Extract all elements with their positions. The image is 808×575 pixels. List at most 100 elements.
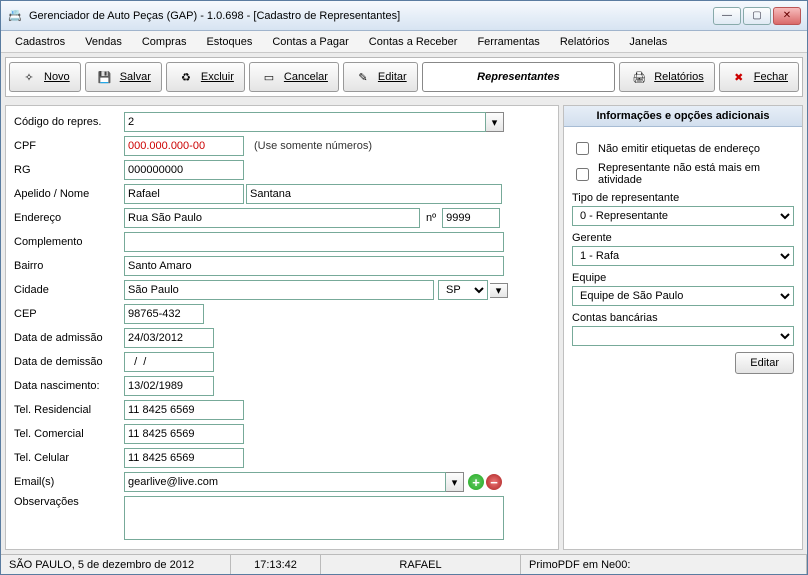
telcom-input[interactable]	[124, 424, 244, 444]
apelido-input[interactable]	[124, 184, 244, 204]
contas-select[interactable]	[572, 326, 794, 346]
menu-relatorios[interactable]: Relatórios	[552, 34, 618, 50]
bairro-label: Bairro	[14, 260, 124, 272]
menu-estoques[interactable]: Estoques	[198, 34, 260, 50]
status-printer: PrimoPDF em Ne00:	[521, 555, 807, 574]
chk-etiquetas[interactable]: Não emitir etiquetas de endereço	[572, 139, 794, 158]
app-icon: 📇	[7, 8, 23, 24]
endereco-input[interactable]	[124, 208, 420, 228]
window-title: Gerenciador de Auto Peças (GAP) - 1.0.69…	[29, 10, 713, 22]
menu-janelas[interactable]: Janelas	[621, 34, 675, 50]
status-time: 17:13:42	[231, 555, 321, 574]
titlebar: 📇 Gerenciador de Auto Peças (GAP) - 1.0.…	[1, 1, 807, 31]
tipo-select[interactable]: 0 - Representante	[572, 206, 794, 226]
telcom-label: Tel. Comercial	[14, 428, 124, 440]
admissao-label: Data de admissão	[14, 332, 124, 344]
excluir-button[interactable]: ♻Excluir	[166, 62, 245, 92]
cep-input[interactable]	[124, 304, 204, 324]
tipo-label: Tipo de representante	[572, 192, 794, 204]
statusbar: SÃO PAULO, 5 de dezembro de 2012 17:13:4…	[1, 554, 807, 574]
menu-contas-pagar[interactable]: Contas a Pagar	[264, 34, 356, 50]
app-window: 📇 Gerenciador de Auto Peças (GAP) - 1.0.…	[0, 0, 808, 575]
emails-label: Email(s)	[14, 476, 124, 488]
codigo-input[interactable]	[124, 112, 486, 132]
cep-label: CEP	[14, 308, 124, 320]
demissao-label: Data de demissão	[14, 356, 124, 368]
email-add-button[interactable]: +	[468, 474, 484, 490]
contas-editar-button[interactable]: Editar	[735, 352, 794, 374]
close-icon: ✖	[730, 68, 748, 86]
telcel-input[interactable]	[124, 448, 244, 468]
side-panel: Informações e opções adicionais Não emit…	[563, 105, 803, 550]
telres-input[interactable]	[124, 400, 244, 420]
novo-button[interactable]: ✧Novo	[9, 62, 81, 92]
nasc-label: Data nascimento:	[14, 380, 124, 392]
new-icon: ✧	[20, 68, 38, 86]
side-header: Informações e opções adicionais	[564, 106, 802, 127]
cancelar-button[interactable]: ▭Cancelar	[249, 62, 339, 92]
cidade-label: Cidade	[14, 284, 124, 296]
equipe-label: Equipe	[572, 272, 794, 284]
chk-inativo[interactable]: Representante não está mais em atividade	[572, 162, 794, 186]
edit-icon: ✎	[354, 68, 372, 86]
endereco-label: Endereço	[14, 212, 124, 224]
rg-label: RG	[14, 164, 124, 176]
codigo-dropdown[interactable]: ▾	[486, 112, 504, 132]
apelido-label: Apelido / Nome	[14, 188, 124, 200]
content-area: Código do repres. ▾ CPF (Use somente núm…	[1, 101, 807, 554]
maximize-button[interactable]: ▢	[743, 7, 771, 25]
menubar: Cadastros Vendas Compras Estoques Contas…	[1, 31, 807, 53]
cancel-icon: ▭	[260, 68, 278, 86]
contas-label: Contas bancárias	[572, 312, 794, 324]
bairro-input[interactable]	[124, 256, 504, 276]
menu-ferramentas[interactable]: Ferramentas	[469, 34, 547, 50]
status-user: RAFAEL	[321, 555, 521, 574]
page-title-box: Representantes	[422, 62, 616, 92]
admissao-input[interactable]	[124, 328, 214, 348]
form-panel: Código do repres. ▾ CPF (Use somente núm…	[5, 105, 559, 550]
close-window-button[interactable]: ✕	[773, 7, 801, 25]
relatorios-button[interactable]: 🖨Relatórios	[619, 62, 715, 92]
email-dropdown[interactable]: ▾	[446, 472, 464, 492]
window-controls: — ▢ ✕	[713, 7, 801, 25]
fechar-button[interactable]: ✖Fechar	[719, 62, 799, 92]
email-input[interactable]	[124, 472, 446, 492]
page-title: Representantes	[477, 71, 560, 83]
toolbar: ✧Novo 💾Salvar ♻Excluir ▭Cancelar ✎Editar…	[5, 57, 803, 97]
telcel-label: Tel. Celular	[14, 452, 124, 464]
menu-cadastros[interactable]: Cadastros	[7, 34, 73, 50]
cpf-label: CPF	[14, 140, 124, 152]
numero-input[interactable]	[442, 208, 500, 228]
cpf-input[interactable]	[124, 136, 244, 156]
gerente-label: Gerente	[572, 232, 794, 244]
menu-vendas[interactable]: Vendas	[77, 34, 130, 50]
numero-label: nº	[426, 212, 436, 224]
salvar-button[interactable]: 💾Salvar	[85, 62, 162, 92]
complemento-input[interactable]	[124, 232, 504, 252]
delete-icon: ♻	[177, 68, 195, 86]
obs-textarea[interactable]	[124, 496, 504, 540]
menu-contas-receber[interactable]: Contas a Receber	[361, 34, 466, 50]
rg-input[interactable]	[124, 160, 244, 180]
obs-label: Observações	[14, 496, 124, 508]
nasc-input[interactable]	[124, 376, 214, 396]
email-remove-button[interactable]: −	[486, 474, 502, 490]
nome-input[interactable]	[246, 184, 502, 204]
minimize-button[interactable]: —	[713, 7, 741, 25]
chk-inativo-box[interactable]	[576, 168, 589, 181]
editar-button[interactable]: ✎Editar	[343, 62, 418, 92]
gerente-select[interactable]: 1 - Rafa	[572, 246, 794, 266]
demissao-input[interactable]	[124, 352, 214, 372]
report-icon: 🖨	[630, 68, 648, 86]
codigo-label: Código do repres.	[14, 116, 124, 128]
cpf-hint: (Use somente números)	[254, 140, 372, 152]
status-location: SÃO PAULO, 5 de dezembro de 2012	[1, 555, 231, 574]
equipe-select[interactable]: Equipe de São Paulo	[572, 286, 794, 306]
menu-compras[interactable]: Compras	[134, 34, 195, 50]
cidade-input[interactable]	[124, 280, 434, 300]
complemento-label: Complemento	[14, 236, 124, 248]
uf-select[interactable]: SP	[438, 280, 488, 300]
chk-etiquetas-box[interactable]	[576, 142, 589, 155]
cidade-lookup-button[interactable]: ▾	[490, 283, 508, 298]
telres-label: Tel. Residencial	[14, 404, 124, 416]
